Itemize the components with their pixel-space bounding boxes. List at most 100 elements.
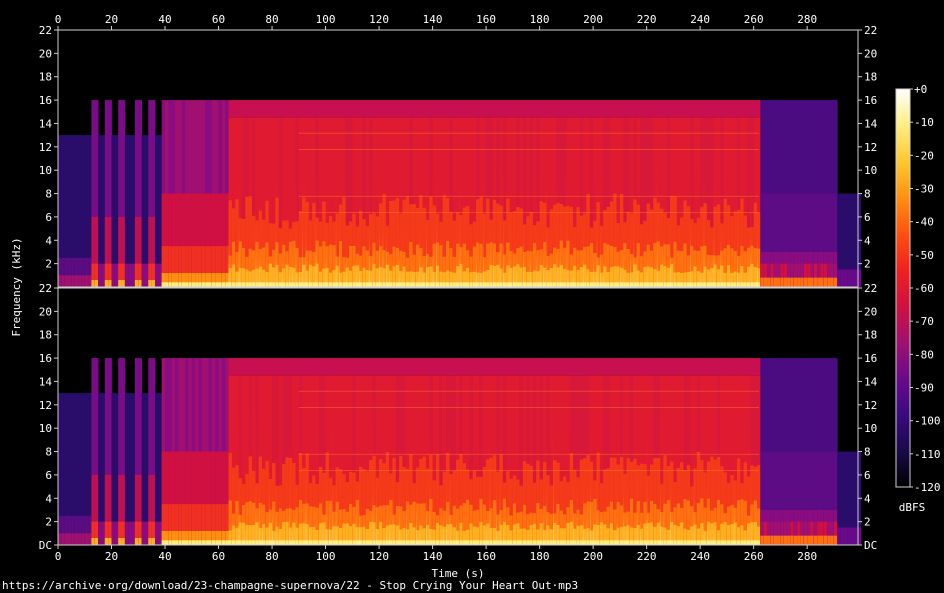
transient-streak: [369, 144, 370, 287]
y-tick-label-right: 2: [864, 258, 871, 271]
spectrum-band: [452, 100, 457, 118]
x-tick-label-top: 80: [265, 13, 278, 26]
spectrum-band: [369, 100, 373, 118]
spectrum-band: [482, 358, 487, 376]
spectrum-band: [750, 358, 755, 376]
spectrum-band: [683, 100, 688, 118]
spectrum-band: [666, 358, 671, 376]
spectrum-band: [579, 100, 584, 118]
spectrum-band: [599, 540, 604, 545]
spectrum-band: [459, 358, 464, 376]
spectrum-band: [586, 100, 591, 118]
spectrum-band: [603, 540, 607, 545]
spectrum-band: [546, 100, 551, 118]
spectrum-band: [218, 540, 223, 545]
transient-streak: [522, 156, 524, 287]
transient-streak: [292, 192, 294, 287]
transient-streak: [593, 446, 595, 545]
spectrum-band: [853, 527, 858, 545]
transient-streak: [432, 170, 434, 287]
spectrum-band: [245, 100, 250, 118]
spectrum-band: [462, 282, 467, 287]
spectrum-band: [74, 533, 79, 545]
spectrum-band: [445, 100, 450, 118]
spectrum-band: [195, 540, 199, 545]
spectrum-band: [666, 282, 671, 287]
spectrum-band: [843, 269, 848, 287]
spectrum-band: [241, 358, 246, 376]
spectrum-band: [278, 282, 283, 287]
channel-2: [57, 287, 862, 546]
spectrum-band: [673, 100, 678, 118]
spectrum-band: [409, 358, 413, 376]
spectrum-band: [509, 100, 514, 118]
spectrum-band: [576, 358, 581, 376]
spectrum-band: [101, 263, 106, 287]
spectrum-band: [241, 282, 246, 287]
x-tick-label-bottom: 20: [105, 550, 118, 563]
spectrum-band: [58, 533, 62, 545]
spectrum-band: [767, 535, 771, 545]
spectrum-band: [576, 100, 581, 118]
spectrum-band: [847, 269, 852, 287]
channel-1: [57, 29, 862, 288]
transient-streak: [385, 456, 387, 545]
spectrum-band: [696, 358, 701, 376]
spectrum-band: [342, 358, 347, 376]
transient-streak: [489, 170, 491, 287]
spectrum-band: [251, 100, 256, 118]
spectrum-band: [609, 358, 614, 376]
spectrum-band: [345, 358, 350, 376]
spectrum-band: [315, 100, 320, 118]
spectrum-band: [720, 100, 724, 118]
spectrum-band: [639, 100, 644, 118]
spectrum-band: [292, 100, 296, 118]
transient-streak: [646, 389, 648, 545]
spectrum-band: [549, 540, 554, 545]
spectrum-band: [459, 540, 464, 545]
spectrum-band: [399, 100, 403, 118]
spectrum-band: [583, 100, 587, 118]
spectrum-band: [181, 282, 186, 287]
transient-streak: [275, 419, 277, 545]
spectrum-band: [305, 358, 310, 376]
transient-streak: [663, 159, 665, 287]
spectrum-band: [649, 540, 654, 545]
spectrum-band: [352, 100, 357, 118]
spectrum-band: [482, 100, 487, 118]
y-tick-label-right: 22: [864, 24, 877, 37]
y-tick-label-right: 18: [864, 329, 877, 342]
spectrum-band: [415, 282, 420, 287]
y-tick-label-right: 14: [864, 375, 878, 388]
spectrum-band: [121, 279, 126, 287]
spectrum-band: [382, 358, 387, 376]
spectrum-band: [429, 282, 433, 287]
spectrum-band: [790, 277, 795, 287]
x-tick-label-top: 200: [583, 13, 603, 26]
spectrum-band: [466, 358, 470, 376]
spectrum-band: [282, 100, 286, 118]
spectrum-band: [449, 100, 454, 118]
spectrum-band: [211, 540, 216, 545]
spectrum-band: [660, 282, 664, 287]
transient-streak: [693, 395, 695, 545]
spectrum-band: [763, 277, 768, 287]
colorbar-tick-label: -30: [914, 183, 934, 196]
spectrum-band: [506, 282, 510, 287]
y-tick-label-left: 20: [39, 305, 52, 318]
colorbar-tick-label: -100: [914, 415, 941, 428]
spectrum-band: [288, 100, 293, 118]
transient-streak: [335, 131, 337, 287]
spectrum-band: [389, 100, 393, 118]
spectrum-band: [713, 358, 718, 376]
y-tick-label-right: 4: [864, 492, 871, 505]
spectrum-band: [124, 521, 129, 545]
spectrum-band: [365, 100, 370, 118]
spectrum-band: [211, 282, 216, 287]
transient-streak: [268, 405, 270, 545]
transient-streak: [596, 397, 598, 545]
spectrum-band: [114, 263, 119, 287]
spectrum-band: [569, 282, 574, 287]
spectrum-band: [579, 540, 584, 545]
spectrum-band: [198, 282, 203, 287]
